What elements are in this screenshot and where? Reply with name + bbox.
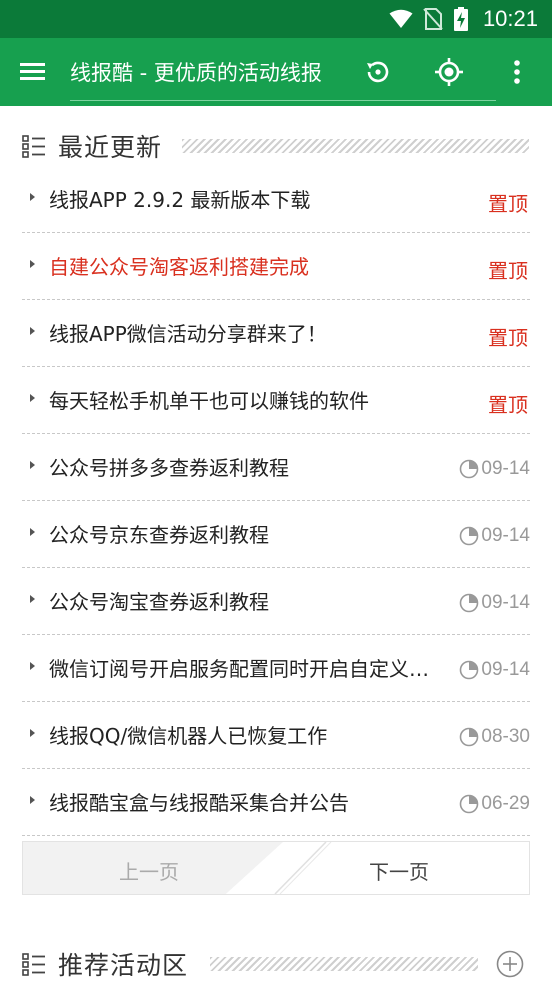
list-item[interactable]: 微信订阅号开启服务配置同时开启自定义菜单 09-14 <box>22 635 530 702</box>
list-item[interactable]: 自建公众号淘客返利搭建完成 置顶 <box>22 233 530 300</box>
no-sim-icon <box>423 8 443 30</box>
clock-icon <box>460 794 479 814</box>
item-date: 09-14 <box>459 525 530 547</box>
item-title: 微信订阅号开启服务配置同时开启自定义菜单 <box>49 657 433 681</box>
next-page-button[interactable]: 下一页 <box>23 842 529 894</box>
item-date-text: 06-29 <box>481 793 530 814</box>
bullet-arrow-icon <box>30 193 35 201</box>
item-title: 线报酷宝盒与线报酷采集合并公告 <box>49 791 349 815</box>
list-item[interactable]: 线报APP微信活动分享群来了！ 置顶 <box>22 300 530 367</box>
item-date-text: 09-14 <box>481 592 530 613</box>
pinned-badge: 置顶 <box>488 259 528 283</box>
recommend-section-header: 推荐活动区 <box>22 944 188 984</box>
item-date-text: 08-30 <box>481 726 530 747</box>
clock-icon <box>460 593 479 613</box>
item-title: 每天轻松手机单干也可以赚钱的软件 <box>49 389 369 413</box>
item-title: 线报APP微信活动分享群来了！ <box>49 322 327 346</box>
list-item[interactable]: 公众号淘宝查券返利教程 09-14 <box>22 568 530 635</box>
item-date: 09-14 <box>459 659 530 681</box>
crosshair-icon <box>435 58 463 86</box>
item-title: 公众号拼多多查券返利教程 <box>49 456 289 480</box>
list-item[interactable]: 线报APP 2.9.2 最新版本下载 置顶 <box>22 166 530 233</box>
title-underline <box>70 100 496 101</box>
bullet-arrow-icon <box>30 528 35 536</box>
bullet-arrow-icon <box>30 729 35 737</box>
plus-circle-icon <box>496 950 524 978</box>
clock-icon <box>460 727 479 747</box>
list-icon <box>22 953 45 976</box>
hamburger-icon <box>20 63 45 80</box>
pagination: 上一页 下一页 <box>22 841 530 895</box>
item-title: 公众号京东查券返利教程 <box>49 523 269 547</box>
list-item[interactable]: 每天轻松手机单干也可以赚钱的软件 置顶 <box>22 367 530 434</box>
page-title: 线报酷 - 更优质的活动线报 <box>70 61 322 85</box>
item-title: 公众号淘宝查券返利教程 <box>49 590 269 614</box>
app-bar: 线报酷 - 更优质的活动线报 <box>0 38 552 106</box>
list-item[interactable]: 线报酷宝盒与线报酷采集合并公告 06-29 <box>22 769 530 836</box>
list-item[interactable]: 公众号拼多多查券返利教程 09-14 <box>22 434 530 501</box>
battery-charging-icon <box>453 7 468 31</box>
history-icon <box>367 61 389 83</box>
item-date-text: 09-14 <box>481 458 530 479</box>
clock: 10:21 <box>482 6 538 31</box>
item-title: 线报APP 2.9.2 最新版本下载 <box>49 188 311 212</box>
bullet-arrow-icon <box>30 260 35 268</box>
bullet-arrow-icon <box>30 327 35 335</box>
list-item[interactable]: 公众号京东查券返利教程 09-14 <box>22 501 530 568</box>
bullet-arrow-icon <box>30 595 35 603</box>
clock-icon <box>460 526 479 546</box>
item-date: 08-30 <box>459 726 530 748</box>
item-date: 09-14 <box>459 458 530 480</box>
item-date-text: 09-14 <box>481 525 530 546</box>
next-page-label: 下一页 <box>369 860 429 884</box>
clock-icon <box>460 459 479 479</box>
section-title: 推荐活动区 <box>58 951 189 980</box>
pinned-badge: 置顶 <box>488 192 528 216</box>
header-hatch <box>210 957 478 971</box>
recent-list: 线报APP 2.9.2 最新版本下载 置顶 自建公众号淘客返利搭建完成 置顶 线报APP… <box>22 166 530 836</box>
list-icon <box>22 135 45 158</box>
more-vert-icon <box>514 60 520 84</box>
bullet-arrow-icon <box>30 662 35 670</box>
overflow-menu-button[interactable] <box>499 54 535 90</box>
item-title: 线报QQ/微信机器人已恢复工作 <box>49 724 328 748</box>
expand-button[interactable] <box>496 950 524 978</box>
bullet-arrow-icon <box>30 461 35 469</box>
wifi-icon <box>389 9 413 28</box>
menu-button[interactable] <box>20 58 46 86</box>
item-date: 06-29 <box>459 793 530 815</box>
bullet-arrow-icon <box>30 796 35 804</box>
clock-icon <box>460 660 479 680</box>
bullet-arrow-icon <box>30 394 35 402</box>
list-item[interactable]: 线报QQ/微信机器人已恢复工作 08-30 <box>22 702 530 769</box>
locate-button[interactable] <box>431 54 467 90</box>
pinned-badge: 置顶 <box>488 326 528 350</box>
item-date: 09-14 <box>459 592 530 614</box>
header-hatch <box>182 139 529 153</box>
item-date-text: 09-14 <box>481 659 530 680</box>
section-title: 最近更新 <box>58 133 163 162</box>
pinned-badge: 置顶 <box>488 393 528 417</box>
status-bar: 10:21 <box>0 0 552 38</box>
refresh-button[interactable] <box>360 54 396 90</box>
recent-section-header: 最近更新 <box>22 126 162 166</box>
item-title: 自建公众号淘客返利搭建完成 <box>49 255 309 279</box>
